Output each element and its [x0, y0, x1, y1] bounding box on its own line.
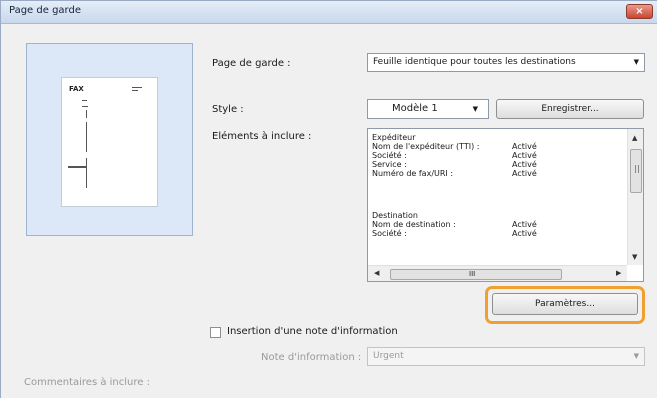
- save-style-button-label: Enregistrer...: [541, 104, 599, 114]
- comments-label: Commentaires à inclure :: [24, 377, 150, 388]
- vertical-scroll-thumb[interactable]: [630, 149, 642, 193]
- list-item: Numéro de fax/URI :: [372, 169, 454, 178]
- note-info-value: Urgent: [373, 351, 404, 361]
- insert-note-label: Insertion d'une note d'information: [227, 326, 398, 337]
- cover-page-label: Page de garde :: [212, 58, 291, 69]
- cover-page-select[interactable]: Feuille identique pour toutes les destin…: [367, 53, 645, 72]
- window-title: Page de garde: [9, 5, 81, 16]
- save-style-button[interactable]: Enregistrer...: [496, 99, 644, 119]
- preview-fax-label: FAX: [69, 85, 84, 93]
- list-item: Société :: [372, 151, 407, 160]
- params-button-label: Paramètres...: [535, 299, 595, 309]
- scroll-up-icon[interactable]: ▲: [632, 134, 637, 142]
- scroll-down-icon[interactable]: ▼: [632, 253, 637, 261]
- horizontal-scrollbar[interactable]: ◀ III ▶: [368, 265, 627, 281]
- style-value: Modèle 1: [392, 103, 438, 114]
- elements-label: Eléments à inclure :: [212, 131, 312, 142]
- scroll-right-icon[interactable]: ▶: [616, 269, 621, 277]
- title-bar: Page de garde ×: [1, 1, 657, 24]
- close-icon: ×: [635, 6, 644, 17]
- vertical-scrollbar[interactable]: ▲ ▼: [627, 129, 643, 265]
- cover-page-value: Feuille identique pour toutes les destin…: [373, 57, 576, 67]
- scroll-left-icon[interactable]: ◀: [374, 269, 379, 277]
- cover-page-preview: FAX: [26, 43, 193, 236]
- insert-note-checkbox[interactable]: [210, 327, 221, 338]
- list-item: Nom de destination :: [372, 220, 456, 229]
- style-label: Style :: [212, 104, 244, 115]
- elements-list[interactable]: Expéditeur Nom de l'expéditeur (TTI) : A…: [367, 128, 644, 282]
- list-item: Société :: [372, 229, 407, 238]
- chevron-down-icon: ▼: [472, 105, 478, 113]
- list-item-value: Activé: [512, 142, 537, 151]
- note-info-select[interactable]: Urgent ▼: [367, 347, 645, 366]
- preview-page-thumbnail: FAX: [61, 77, 158, 207]
- chevron-down-icon: ▼: [633, 58, 639, 66]
- list-item-value: Activé: [512, 169, 537, 178]
- close-button[interactable]: ×: [626, 4, 653, 19]
- scroll-thumb-grip: III: [469, 270, 476, 278]
- horizontal-scroll-thumb[interactable]: III: [390, 269, 562, 280]
- list-item: Expéditeur: [372, 133, 416, 142]
- chevron-down-icon: ▼: [633, 352, 639, 360]
- params-button[interactable]: Paramètres...: [492, 293, 638, 315]
- note-info-label: Note d'information :: [261, 352, 362, 363]
- list-item: Service :: [372, 160, 407, 169]
- list-item-value: Activé: [512, 160, 537, 169]
- list-item: Destination: [372, 211, 418, 220]
- cover-page-dialog: Page de garde × FAX Page de garde : Feui…: [0, 0, 657, 398]
- list-item-value: Activé: [512, 151, 537, 160]
- style-select[interactable]: Modèle 1 ▼: [367, 99, 489, 119]
- list-item: Nom de l'expéditeur (TTI) :: [372, 142, 480, 151]
- list-item-value: Activé: [512, 229, 537, 238]
- list-item-value: Activé: [512, 220, 537, 229]
